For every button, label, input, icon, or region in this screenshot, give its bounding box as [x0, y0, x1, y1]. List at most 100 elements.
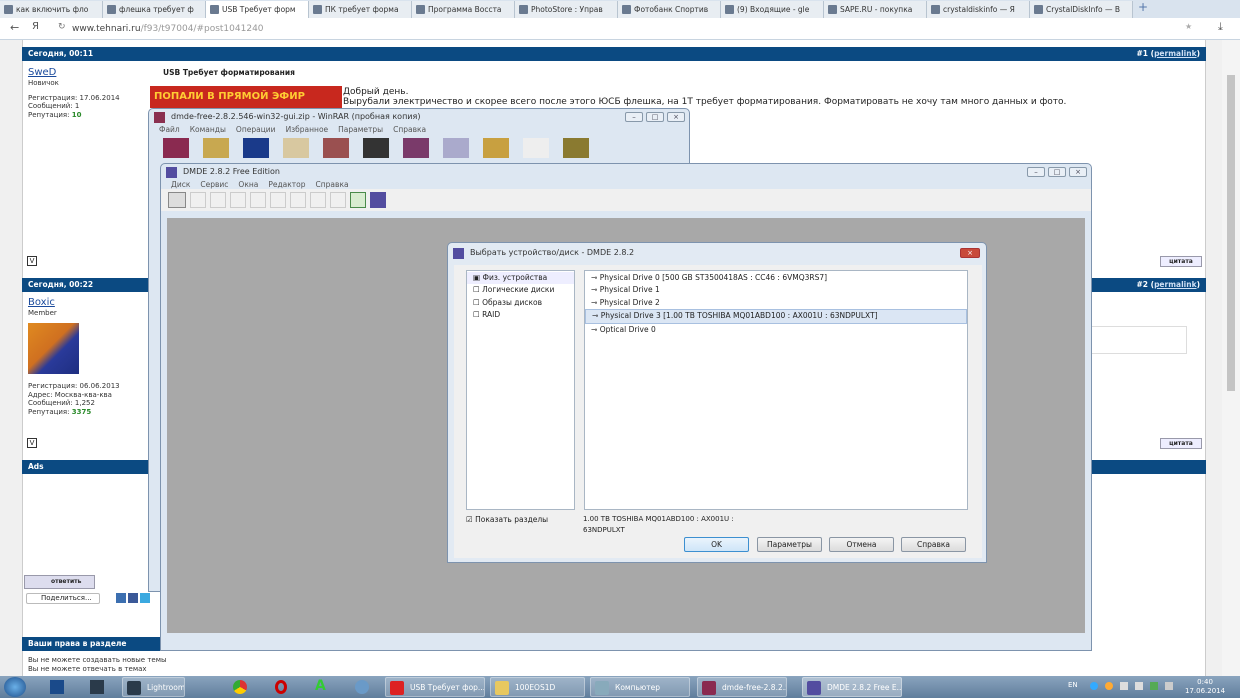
taskbar-item-computer[interactable]: Компьютер	[590, 677, 690, 697]
opera-icon[interactable]	[275, 680, 287, 694]
parameters-button[interactable]: Параметры	[757, 537, 822, 552]
category-physical[interactable]: ▣ Физ. устройства	[467, 272, 574, 285]
tray-icon[interactable]	[1165, 682, 1173, 690]
yandex-icon[interactable]: Я	[32, 21, 39, 32]
share-button[interactable]: Поделиться...	[26, 593, 100, 604]
browser-tab[interactable]: CrystalDiskInfo — В	[1030, 1, 1133, 18]
category-logical[interactable]: ☐ Логические диски	[467, 284, 574, 296]
new-tab-button[interactable]: +	[1133, 0, 1153, 18]
network-icon[interactable]	[1135, 682, 1143, 690]
browser-tab[interactable]: (9) Входящие - gle	[721, 1, 824, 18]
bookmark-star-icon[interactable]: ★	[1185, 22, 1192, 31]
drive-item[interactable]: ⊸ Physical Drive 2	[585, 297, 967, 309]
toolbar-icon[interactable]	[230, 192, 246, 208]
test-icon[interactable]	[243, 138, 269, 158]
ad-banner[interactable]: ПОПАЛИ В ПРЯМОЙ ЭФИР	[150, 86, 342, 108]
vk-share-icon[interactable]	[116, 593, 126, 603]
minimize-button[interactable]: –	[1027, 167, 1045, 177]
tray-icon[interactable]	[1105, 682, 1113, 690]
view-icon[interactable]	[283, 138, 309, 158]
browser-tab[interactable]: флешка требует ф	[103, 1, 206, 18]
help-button[interactable]: Справка	[901, 537, 966, 552]
device-category-list[interactable]: ▣ Физ. устройства ☐ Логические диски ☐ О…	[466, 270, 575, 510]
tray-icons[interactable]	[1090, 682, 1173, 690]
drive-item-selected[interactable]: ⊸ Physical Drive 3 [1.00 TB TOSHIBA MQ01…	[585, 309, 967, 324]
quote-button[interactable]: цитата	[1160, 438, 1202, 449]
toolbar-icon[interactable]	[250, 192, 266, 208]
delete-icon[interactable]	[323, 138, 349, 158]
maximize-button[interactable]: □	[1048, 167, 1066, 177]
vk-icon[interactable]: V	[27, 256, 37, 266]
reply-button[interactable]: ответить	[24, 575, 95, 589]
show-partitions-checkbox[interactable]: ☑ Показать разделы	[466, 515, 548, 524]
maximize-button[interactable]: □	[646, 112, 664, 122]
comment-icon[interactable]	[523, 138, 549, 158]
username-link[interactable]: Boxic	[28, 297, 55, 308]
ok-button[interactable]: OK	[684, 537, 749, 552]
tray-icon[interactable]	[1150, 682, 1158, 690]
facebook-icon[interactable]	[128, 593, 138, 603]
add-icon[interactable]	[163, 138, 189, 158]
info-icon[interactable]	[443, 138, 469, 158]
browser-tab[interactable]: Программа Восста	[412, 1, 515, 18]
toolbar-icon[interactable]	[310, 192, 326, 208]
taskbar-item-browser[interactable]: USB Требует фор...	[385, 677, 485, 697]
radio-checked[interactable]: ▣	[473, 273, 480, 282]
toolbar-icon[interactable]	[190, 192, 206, 208]
start-button[interactable]	[4, 677, 26, 697]
taskbar-item-winrar[interactable]: dmde-free-2.8.2.5...	[697, 677, 787, 697]
app-globe-icon[interactable]	[355, 680, 369, 694]
cancel-button[interactable]: Отмена	[829, 537, 894, 552]
repair-icon[interactable]	[483, 138, 509, 158]
browser-tab-active[interactable]: USB Требует форм	[206, 1, 309, 18]
quote-button[interactable]: цитата	[1160, 256, 1202, 267]
drive-list[interactable]: ⊸ Physical Drive 0 [500 GB ST3500418AS :…	[584, 270, 968, 510]
toolbar-icon[interactable]	[290, 192, 306, 208]
partitions-icon[interactable]	[350, 192, 366, 208]
browser-tab[interactable]: ПК требует форма	[309, 1, 412, 18]
permalink-link[interactable]: permalink	[1154, 49, 1197, 58]
close-button[interactable]: ×	[1069, 167, 1087, 177]
reload-icon[interactable]: ↻	[58, 22, 66, 32]
back-icon[interactable]: ←	[10, 21, 19, 34]
wizard-icon[interactable]	[403, 138, 429, 158]
sfx-icon[interactable]	[563, 138, 589, 158]
extract-icon[interactable]	[203, 138, 229, 158]
browser-tab[interactable]: PhotoStore : Управ	[515, 1, 618, 18]
close-button[interactable]: ×	[960, 248, 980, 258]
browser-tab[interactable]: crystaldiskinfo — Я	[927, 1, 1030, 18]
browser-tab[interactable]: SAPE.RU - покупка	[824, 1, 927, 18]
category-raid[interactable]: ☐ RAID	[467, 309, 574, 321]
browser-tab[interactable]: Фотобанк Спортив	[618, 1, 721, 18]
language-indicator[interactable]: EN	[1068, 681, 1078, 689]
photoshop-icon[interactable]	[50, 680, 64, 694]
tray-icon[interactable]	[1090, 682, 1098, 690]
taskbar-item-lightroom[interactable]: Lightroom 3 Catal...	[122, 677, 185, 697]
twitter-icon[interactable]	[140, 593, 150, 603]
toolbar-icon[interactable]	[330, 192, 346, 208]
drive-item[interactable]: ⊸ Physical Drive 0 [500 GB ST3500418AS :…	[585, 272, 967, 284]
social-icons[interactable]	[116, 593, 150, 603]
minimize-button[interactable]: –	[625, 112, 643, 122]
vk-icon[interactable]: V	[27, 438, 37, 448]
drive-item[interactable]: ⊸ Physical Drive 1	[585, 284, 967, 296]
clock[interactable]: 0:40 17.06.2014	[1185, 678, 1225, 696]
page-scrollbar[interactable]	[1222, 40, 1240, 676]
category-images[interactable]: ☐ Образы дисков	[467, 297, 574, 309]
toolbar-icon[interactable]	[270, 192, 286, 208]
close-button[interactable]: ×	[667, 112, 685, 122]
drive-item[interactable]: ⊸ Optical Drive 0	[585, 324, 967, 336]
lightroom-icon[interactable]	[90, 680, 104, 694]
download-icon[interactable]: ⤓	[1218, 20, 1223, 34]
select-drive-icon[interactable]	[168, 192, 186, 208]
volume-icon[interactable]	[1120, 682, 1128, 690]
dmde-logo-icon[interactable]	[370, 192, 386, 208]
username-link[interactable]: SweD	[28, 67, 56, 78]
toolbar-icon[interactable]	[210, 192, 226, 208]
chrome-icon[interactable]	[233, 680, 247, 694]
browser-tab[interactable]: как включить фло	[0, 1, 103, 18]
find-icon[interactable]	[363, 138, 389, 158]
url-input[interactable]: www.tehnari.ru/f93/t97004/#post1041240	[72, 22, 1212, 37]
taskbar-item-dmde[interactable]: DMDE 2.8.2 Free E...	[802, 677, 902, 697]
permalink-link[interactable]: permalink	[1154, 280, 1197, 289]
